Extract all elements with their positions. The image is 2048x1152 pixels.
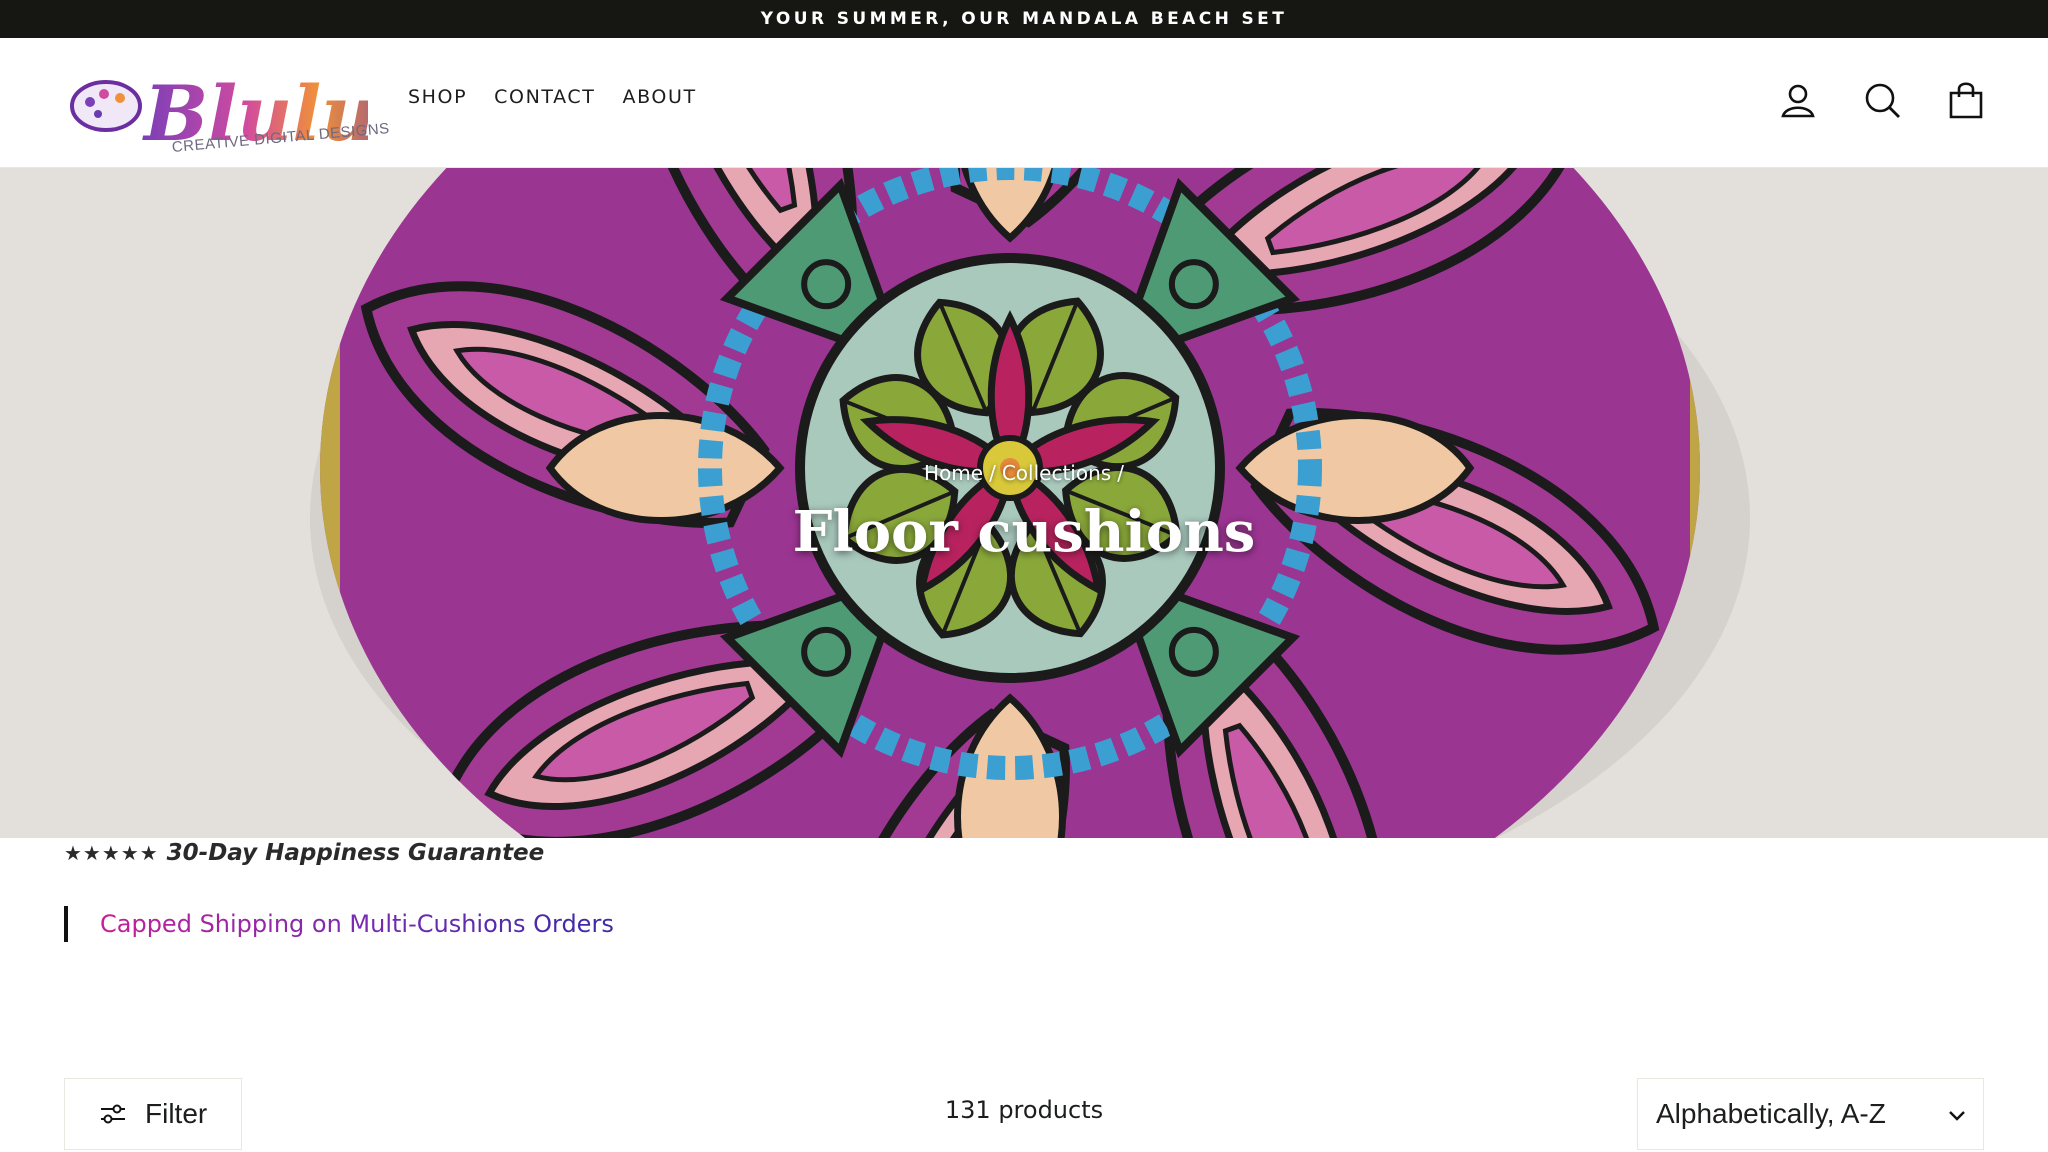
breadcrumb-collections[interactable]: Collections [1002, 461, 1111, 485]
search-icon [1865, 83, 1900, 118]
page-title: Floor cushions [792, 499, 1256, 565]
announcement-bar: YOUR SUMMER, OUR MANDALA BEACH SET [0, 0, 2048, 38]
guarantee-text: 30-Day Happiness Guarantee [166, 840, 545, 866]
header-actions [1776, 78, 1988, 122]
breadcrumb-separator: / [989, 461, 996, 485]
nav-about[interactable]: ABOUT [622, 86, 696, 108]
nav-contact[interactable]: CONTACT [494, 86, 595, 108]
breadcrumb-separator: / [1117, 461, 1124, 485]
hero-overlay: Home / Collections / Floor cushions [0, 168, 2048, 838]
cart-icon [1949, 82, 1983, 119]
cart-button[interactable] [1944, 78, 1988, 122]
breadcrumb-home[interactable]: Home [924, 461, 983, 485]
guarantee-line: ★★★★★ 30-Day Happiness Guarantee [64, 840, 544, 866]
announcement-text: YOUR SUMMER, OUR MANDALA BEACH SET [760, 9, 1288, 29]
collection-hero: Home / Collections / Floor cushions [0, 168, 2048, 838]
main-nav: SHOP CONTACT ABOUT [408, 86, 697, 108]
search-button[interactable] [1860, 78, 1904, 122]
sort-select[interactable]: Alphabetically, A-Z [1637, 1078, 1984, 1150]
site-logo[interactable]: Blululi CREATIVE DIGITAL DESIGNS [68, 44, 390, 168]
shipping-text: Capped Shipping on Multi-Cushions Orders [100, 910, 614, 938]
account-button[interactable] [1776, 78, 1820, 122]
shipping-callout: Capped Shipping on Multi-Cushions Orders [64, 906, 614, 942]
rating-stars: ★★★★★ [64, 841, 159, 865]
account-icon [1781, 84, 1815, 118]
breadcrumb: Home / Collections / [924, 461, 1124, 485]
site-header: Blululi CREATIVE DIGITAL DESIGNS SHOP CO… [0, 38, 2048, 168]
sort-selected-value: Alphabetically, A-Z [1656, 1098, 1886, 1129]
chevron-down-icon [1949, 1111, 1965, 1121]
nav-shop[interactable]: SHOP [408, 86, 467, 108]
